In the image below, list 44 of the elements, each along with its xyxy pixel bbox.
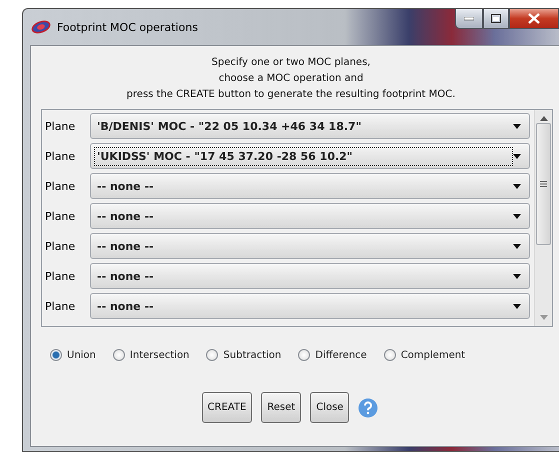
caret-icon	[513, 244, 521, 248]
operation-radio[interactable]: Subtraction	[206, 349, 282, 361]
instruction-text: press the CREATE button to generate the resulting footprint MOC.	[126, 88, 456, 102]
operation-radio[interactable]: Intersection	[112, 349, 190, 361]
plane-label: Plane	[45, 150, 76, 162]
caret-icon	[513, 304, 521, 308]
plane-label: Plane	[45, 240, 76, 252]
caret-icon	[513, 124, 521, 128]
close-icon	[528, 13, 540, 24]
plane-label: Plane	[45, 270, 76, 282]
window-title: Footprint MOC operations	[57, 21, 198, 34]
plane-dropdown[interactable]: 'UKIDSS' MOC - "17 45 37.20 -28 56 10.2"	[90, 143, 530, 169]
maximize-button[interactable]	[483, 9, 509, 29]
plane-dropdown[interactable]: -- none --	[90, 233, 530, 259]
plane-label: Plane	[45, 120, 76, 132]
action-button[interactable]: CREATE	[202, 392, 252, 423]
plane-dropdown[interactable]: -- none --	[90, 293, 530, 319]
action-button[interactable]: Reset	[261, 392, 302, 423]
caret-icon	[513, 184, 521, 188]
plane-dropdown[interactable]: 'B/DENIS' MOC - "22 05 10.34 +46 34 18.7"	[90, 113, 530, 139]
action-button[interactable]: Close	[310, 392, 350, 423]
instruction-text: choose a MOC operation and	[218, 72, 364, 86]
minimize-button[interactable]	[455, 9, 483, 29]
caret-icon	[513, 214, 521, 218]
scroll-up-icon[interactable]	[540, 116, 548, 121]
plane-label: Plane	[45, 300, 76, 312]
close-button[interactable]	[509, 9, 559, 29]
galaxy-icon	[31, 19, 51, 35]
operation-radio[interactable]: Difference	[298, 349, 367, 361]
help-icon[interactable]	[358, 398, 378, 418]
caret-icon	[513, 274, 521, 278]
plane-dropdown[interactable]: -- none --	[90, 203, 530, 229]
operation-radio[interactable]: Complement	[384, 349, 466, 361]
operation-radio[interactable]: Union	[50, 349, 96, 361]
plane-label: Plane	[45, 180, 76, 192]
instruction-text: Specify one or two MOC planes,	[212, 56, 370, 70]
plane-label: Plane	[45, 210, 76, 222]
maximize-icon	[491, 14, 501, 23]
plane-dropdown[interactable]: -- none --	[90, 173, 530, 199]
plane-dropdown[interactable]: -- none --	[90, 263, 530, 289]
minimize-icon	[464, 16, 474, 20]
scrollbar[interactable]	[534, 110, 552, 326]
grip-icon	[540, 181, 547, 187]
caret-icon	[513, 154, 521, 158]
